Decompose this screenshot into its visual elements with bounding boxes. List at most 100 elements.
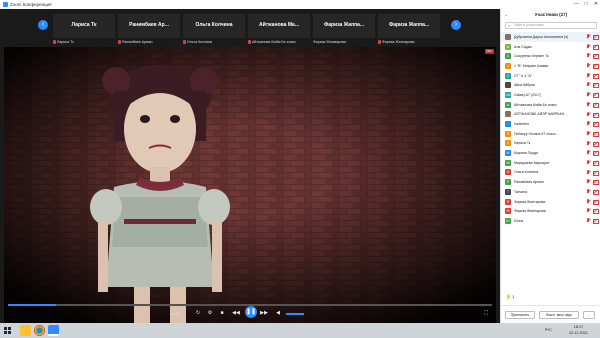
- video-off-icon: [593, 102, 599, 108]
- participant-row[interactable]: I Iczamitrio: [501, 119, 600, 129]
- participant-row[interactable]: А Аля Садык: [501, 42, 600, 52]
- muted-mic-icon: [586, 92, 590, 97]
- participant-row[interactable]: Дубровина Дарья Алексеевна (я): [501, 32, 600, 42]
- participants-footer: ✋ 1 Пригласить Выкл. весь звук ...: [501, 294, 600, 323]
- participant-status: [586, 169, 599, 176]
- participant-row[interactable]: Ю Юлия: [501, 216, 600, 226]
- avatar: М: [505, 150, 511, 157]
- zoom-taskbar-icon[interactable]: [48, 325, 59, 336]
- participant-status: [586, 121, 599, 128]
- participant-name: Пейзеру Оксана 6Т класс...: [514, 131, 559, 136]
- participant-row[interactable]: Т Татьяна: [501, 187, 600, 197]
- video-off-icon: [593, 121, 599, 128]
- avatar: 1: [505, 62, 511, 69]
- invite-button[interactable]: Пригласить: [505, 311, 535, 319]
- pause-button[interactable]: ❚❚: [245, 306, 257, 318]
- participant-row[interactable]: П Пейзеру Оксана 6Т класс...: [501, 129, 600, 139]
- participant-status: [586, 130, 599, 137]
- video-thumb[interactable]: Фариза Жаппа...: [378, 14, 440, 38]
- strip-prev-button[interactable]: ‹: [38, 20, 48, 30]
- volume-slider[interactable]: [286, 313, 304, 315]
- muted-mic-icon: [586, 140, 590, 146]
- thumb-caption: Ольга Колчина: [183, 40, 245, 44]
- participant-status: [586, 140, 599, 147]
- video-off-icon: [593, 179, 599, 186]
- shared-video[interactable]: REC: [4, 47, 496, 323]
- video-off-icon: [593, 189, 599, 195]
- participant-name: Ольга Колчина: [514, 170, 539, 175]
- video-thumb[interactable]: Айтжанова Ма...: [248, 14, 310, 38]
- participant-row[interactable]: АЙТЖАНОВА АЙЯР КАЙРКАН...: [501, 110, 600, 120]
- video-thumb[interactable]: Ольга Колчина: [183, 14, 245, 38]
- clock[interactable]: 18:17 22.12.2021: [569, 324, 588, 336]
- participant-row[interactable]: А Айтжанова Майя Бе класс: [501, 100, 600, 110]
- muted-mic-icon: [586, 43, 590, 49]
- video-thumb[interactable]: Ранимбаев Ар...: [118, 14, 180, 38]
- video-off-icon: [593, 208, 599, 215]
- participant-name: Дубровина Дарья Алексеевна (я): [514, 34, 569, 39]
- thumb-caption: Лариса Тк: [53, 40, 115, 44]
- chrome-icon[interactable]: [34, 325, 45, 336]
- muted-mic-icon: [586, 159, 590, 165]
- participant-row[interactable]: 2 2"Г" и 4 "А": [501, 71, 600, 81]
- participant-row[interactable]: С Сокуренко Кермен Тк: [501, 51, 600, 61]
- more-button[interactable]: ...: [583, 311, 595, 319]
- participant-name: Татьяна: [514, 189, 528, 194]
- participant-row[interactable]: 11 "В" Капрзин Азамат: [501, 61, 600, 71]
- raised-hand-icon: ✋ 1: [506, 294, 515, 299]
- participant-name: 2"Г" и 4 "А": [514, 73, 532, 78]
- muted-mic-icon: [586, 63, 590, 68]
- video-frame: [4, 47, 496, 323]
- strip-next-button[interactable]: ›: [451, 20, 461, 30]
- close-icon[interactable]: ✕: [594, 0, 598, 9]
- fullscreen-icon[interactable]: ⛶: [482, 309, 490, 317]
- windows-start-icon[interactable]: [4, 327, 11, 334]
- participant-row[interactable]: Р Ранимбаев Арман: [501, 177, 600, 187]
- participant-row[interactable]: О Ольга Колчина: [501, 168, 600, 178]
- video-off-icon: [593, 150, 599, 157]
- participant-row[interactable]: Айка Айбуиа: [501, 80, 600, 90]
- taskbar: РУС 18:17 22.12.2021: [0, 323, 600, 338]
- settings-icon[interactable]: ⚙: [206, 309, 214, 317]
- thumb-caption: Айтжанова Майя Бе класс: [248, 40, 310, 44]
- thumb-name: Ранимбаев Ар...: [129, 22, 169, 28]
- participant-status: [586, 198, 599, 205]
- participant-status: [586, 82, 599, 89]
- participant-status: [586, 150, 599, 157]
- maximize-icon[interactable]: □: [585, 0, 588, 9]
- participant-row[interactable]: Л Лариса Тк: [501, 139, 600, 149]
- video-thumb[interactable]: Фариза Жаппа...: [313, 14, 375, 38]
- avatar: А: [505, 101, 511, 108]
- participant-row[interactable]: GA Galaxy A7 (2017): [501, 90, 600, 100]
- participant-status: [586, 208, 599, 215]
- participant-search-input[interactable]: ⌕ Найти участника: [505, 22, 597, 29]
- file-explorer-icon[interactable]: [20, 325, 31, 336]
- participant-row[interactable]: Ф Фариза Жаппарова: [501, 206, 600, 216]
- participant-row[interactable]: М Марина Порди: [501, 148, 600, 158]
- participant-status: [586, 63, 599, 70]
- avatar: Р: [505, 179, 511, 186]
- video-off-icon: [593, 73, 599, 79]
- keyboard-language[interactable]: РУС: [545, 328, 552, 332]
- volume-icon[interactable]: ◀: [274, 309, 282, 317]
- participant-row[interactable]: М Мирзушева Мархарят: [501, 158, 600, 168]
- participant-status: [586, 111, 599, 118]
- recording-badge: REC: [485, 49, 494, 54]
- drawn-girl-figure: [90, 65, 230, 323]
- video-thumb[interactable]: Лариса Тк: [53, 14, 115, 38]
- video-off-icon: [593, 170, 599, 176]
- rewind-icon[interactable]: ◀◀: [232, 309, 240, 317]
- mute-all-button[interactable]: Выкл. весь звук: [539, 311, 579, 319]
- minimize-icon[interactable]: —: [574, 0, 579, 9]
- video-off-icon: [593, 53, 599, 60]
- player-controls: 06:00 ↻ ⚙ ■ ◀◀ ❚❚ ▶▶ ◀ ⛶: [4, 303, 496, 323]
- fast-forward-icon[interactable]: ▶▶: [260, 309, 268, 317]
- participant-name: Мирзушева Мархарят: [514, 160, 550, 165]
- participant-status: [586, 43, 599, 50]
- elapsed-time: 06:00: [170, 311, 181, 316]
- collapse-icon[interactable]: ⌄: [504, 9, 508, 20]
- loop-icon[interactable]: ↻: [194, 309, 202, 317]
- participant-status: [586, 72, 599, 79]
- participant-row[interactable]: Ф Фариза Жаптарова: [501, 197, 600, 207]
- stop-icon[interactable]: ■: [218, 309, 226, 317]
